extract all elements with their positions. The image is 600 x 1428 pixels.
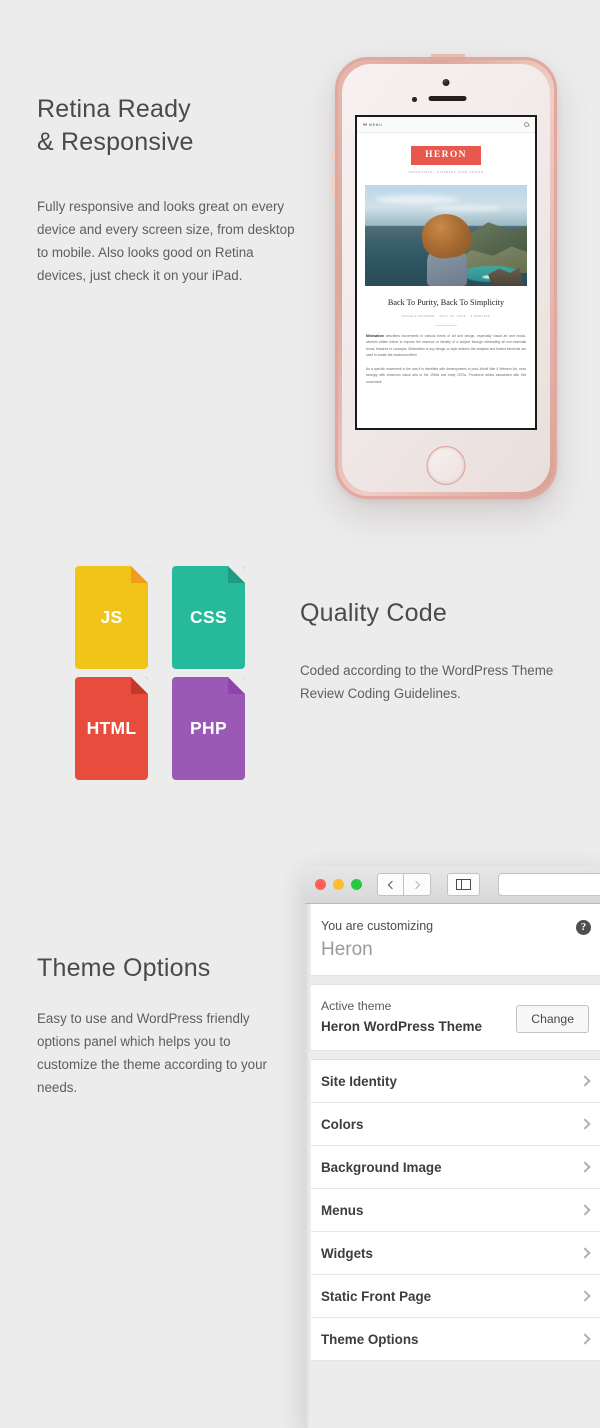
quality-code-body: Coded according to the WordPress Theme R… bbox=[300, 663, 554, 702]
address-bar[interactable] bbox=[498, 873, 600, 896]
change-theme-button[interactable]: Change bbox=[516, 1005, 589, 1033]
post-title[interactable]: Back To Purity, Back To Simplicity bbox=[367, 297, 525, 308]
file-icon-js-label: JS bbox=[100, 607, 123, 627]
retina-heading-line-1: Retina Ready bbox=[37, 95, 191, 123]
theme-options-section: Theme Options Easy to use and WordPress … bbox=[37, 952, 287, 1099]
sidebar-toggle-button[interactable] bbox=[447, 873, 480, 896]
post-paragraph-1: Minimalism describes movements in variou… bbox=[366, 333, 526, 359]
file-icon-html-label: HTML bbox=[86, 718, 137, 738]
customizer-item-label: Background Image bbox=[321, 1159, 442, 1175]
window-scroll-edge[interactable] bbox=[305, 904, 311, 1428]
customizer-item-theme-options[interactable]: Theme Options bbox=[305, 1318, 600, 1361]
front-camera-icon bbox=[442, 79, 450, 86]
customizer-divider bbox=[305, 1051, 600, 1060]
chevron-right-icon bbox=[579, 1333, 591, 1345]
customizer-site-title: Heron bbox=[321, 939, 373, 960]
close-window-button[interactable] bbox=[315, 879, 326, 890]
browser-window: You are customizing Heron ? Active theme… bbox=[305, 866, 600, 1428]
retina-ready-body: Fully responsive and looks great on ever… bbox=[37, 199, 295, 284]
navigation-buttons bbox=[377, 873, 431, 896]
file-icon-php: PHP bbox=[172, 677, 245, 780]
customizer-item-site-identity[interactable]: Site Identity bbox=[305, 1060, 600, 1103]
file-icon-css: CSS bbox=[172, 566, 245, 669]
zoom-window-button[interactable] bbox=[351, 879, 362, 890]
phone-screen: MENU HERON THOUGHTS, STORIES AND IDEAS B… bbox=[355, 115, 537, 430]
customizer-item-label: Colors bbox=[321, 1116, 364, 1132]
mobile-menu-button[interactable]: MENU bbox=[363, 123, 382, 127]
file-icon-php-label: PHP bbox=[190, 718, 227, 738]
customizer-divider bbox=[305, 976, 600, 985]
customizer-item-label: Menus bbox=[321, 1202, 364, 1218]
proximity-sensor-icon bbox=[412, 97, 417, 102]
phone-volume-buttons bbox=[332, 175, 335, 197]
retina-ready-section: Retina Ready & Responsive Fully responsi… bbox=[37, 93, 307, 287]
phone-antenna-band bbox=[431, 54, 465, 57]
search-icon[interactable] bbox=[524, 122, 529, 127]
minimize-window-button[interactable] bbox=[333, 879, 344, 890]
post-meta: ANGELA WAGNER · JULY 26, 2016 · 3 REPLIE… bbox=[401, 313, 491, 318]
iphone-mockup: MENU HERON THOUGHTS, STORIES AND IDEAS B… bbox=[332, 54, 560, 499]
mobile-site-topbar: MENU bbox=[357, 117, 535, 133]
site-tagline: THOUGHTS, STORIES AND IDEAS bbox=[408, 169, 484, 174]
customizer-item-label: Widgets bbox=[321, 1245, 373, 1261]
customizer-item-menus[interactable]: Menus bbox=[305, 1189, 600, 1232]
retina-heading-line-2: & Responsive bbox=[37, 128, 194, 156]
customizer-item-label: Static Front Page bbox=[321, 1288, 432, 1304]
customizer-item-static-front-page[interactable]: Static Front Page bbox=[305, 1275, 600, 1318]
customizer-item-background-image[interactable]: Background Image bbox=[305, 1146, 600, 1189]
feature-page: Retina Ready & Responsive Fully responsi… bbox=[0, 0, 600, 1428]
phone-power-button bbox=[557, 131, 560, 155]
forward-button[interactable] bbox=[404, 873, 431, 896]
site-logo[interactable]: HERON bbox=[411, 146, 481, 165]
customizer-item-label: Theme Options bbox=[321, 1331, 419, 1347]
theme-options-body: Easy to use and WordPress friendly optio… bbox=[37, 1011, 267, 1096]
earpiece-speaker-icon bbox=[428, 96, 467, 101]
file-icon-html: HTML bbox=[75, 677, 148, 780]
retina-ready-heading: Retina Ready & Responsive bbox=[37, 93, 307, 159]
home-button[interactable] bbox=[426, 446, 466, 485]
file-icon-js: JS bbox=[75, 566, 148, 669]
help-icon[interactable]: ? bbox=[576, 920, 591, 935]
back-button[interactable] bbox=[377, 873, 404, 896]
customizing-label: You are customizing bbox=[321, 919, 434, 933]
phone-screen-content: MENU HERON THOUGHTS, STORIES AND IDEAS B… bbox=[357, 117, 535, 428]
post-lead-word: Minimalism bbox=[366, 333, 384, 338]
quality-code-section: Quality Code Coded according to the Word… bbox=[300, 597, 580, 705]
browser-toolbar bbox=[305, 866, 600, 904]
featured-image bbox=[365, 184, 527, 286]
customizer-item-widgets[interactable]: Widgets bbox=[305, 1232, 600, 1275]
cloud-shape bbox=[429, 204, 503, 212]
customizer-item-colors[interactable]: Colors bbox=[305, 1103, 600, 1146]
post-divider bbox=[435, 324, 457, 326]
chevron-right-icon bbox=[579, 1290, 591, 1302]
cloud-shape bbox=[374, 194, 459, 204]
post-paragraph-2: As a specific movement in the arts it is… bbox=[366, 366, 526, 384]
window-controls bbox=[315, 879, 362, 890]
file-icon-css-label: CSS bbox=[190, 607, 227, 627]
chevron-left-icon bbox=[387, 880, 396, 889]
theme-options-heading: Theme Options bbox=[37, 954, 211, 982]
customizer-item-label: Site Identity bbox=[321, 1073, 397, 1089]
customizer-header: You are customizing Heron ? bbox=[305, 904, 600, 976]
chevron-right-icon bbox=[579, 1075, 591, 1087]
customizer-panel-list: Site Identity Colors Background Image Me… bbox=[305, 1060, 600, 1361]
chevron-right-icon bbox=[579, 1161, 591, 1173]
chevron-right-icon bbox=[411, 880, 421, 889]
phone-mute-switch bbox=[332, 149, 335, 162]
post-paragraph-1-text: describes movements in various forms of … bbox=[366, 333, 526, 358]
customizer-footer-area bbox=[305, 1361, 600, 1428]
mobile-site-branding: HERON THOUGHTS, STORIES AND IDEAS bbox=[357, 133, 535, 174]
chevron-right-icon bbox=[579, 1247, 591, 1259]
chevron-right-icon bbox=[579, 1204, 591, 1216]
sidebar-icon bbox=[456, 879, 471, 890]
chevron-right-icon bbox=[579, 1118, 591, 1130]
active-theme-panel: Active theme Heron WordPress Theme Chang… bbox=[305, 985, 600, 1051]
mobile-menu-label: MENU bbox=[369, 122, 383, 127]
quality-code-heading: Quality Code bbox=[300, 599, 447, 627]
hamburger-icon bbox=[363, 122, 367, 127]
